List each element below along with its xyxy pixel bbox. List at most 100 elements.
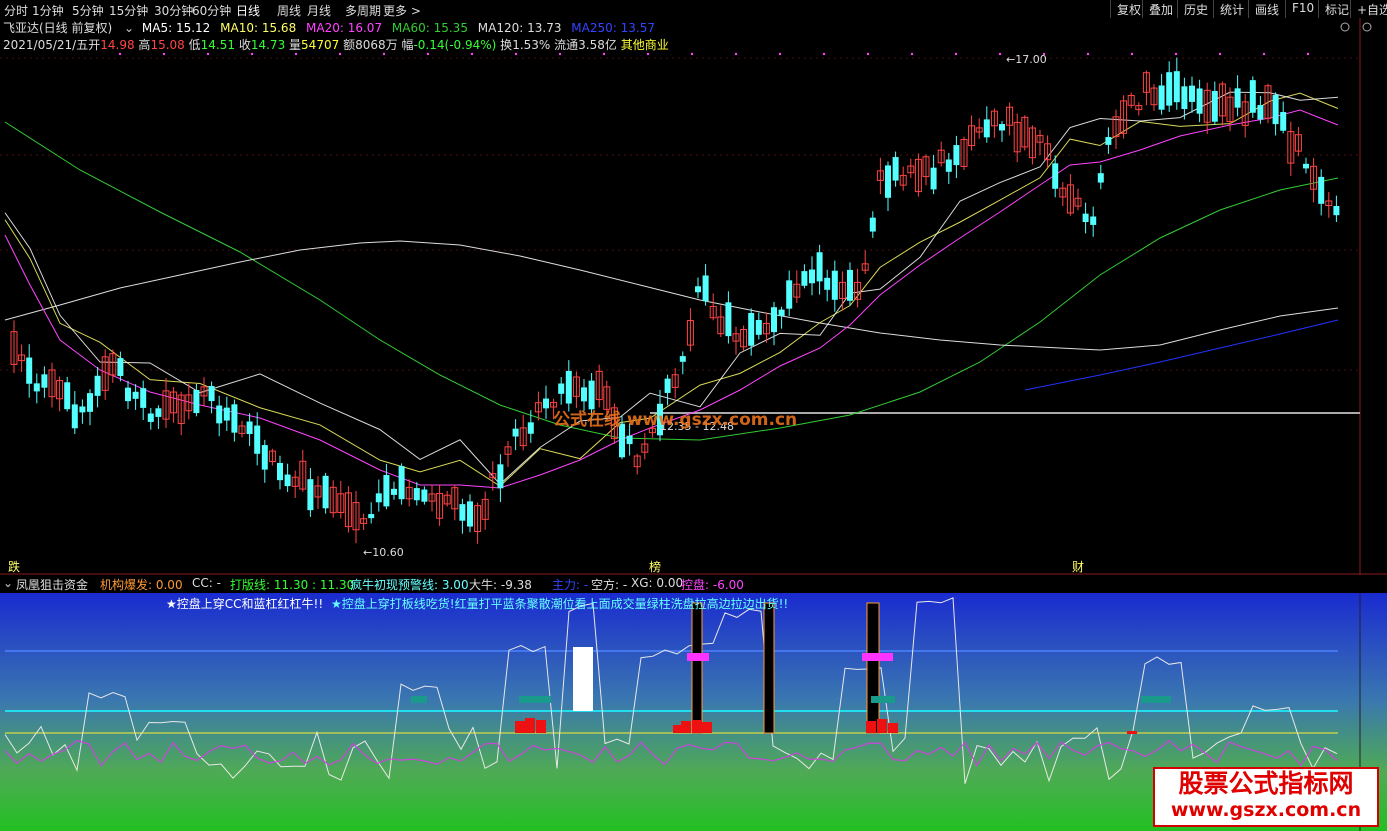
- signal-bar-dark: [691, 602, 703, 734]
- candle-body: [1303, 163, 1309, 169]
- candle-body: [809, 269, 815, 284]
- candle-body: [816, 252, 823, 282]
- top-dot: [294, 52, 298, 56]
- top-dot: [1130, 52, 1134, 56]
- top-dot: [1306, 52, 1310, 56]
- candle-body: [626, 435, 633, 445]
- candle-body: [824, 277, 831, 290]
- indicator-daban: 打版线: 11.30 : 11.30: [230, 578, 355, 592]
- top-dot: [1086, 52, 1090, 56]
- candle-body: [155, 408, 162, 417]
- event-marker-2[interactable]: 榜: [649, 558, 661, 575]
- candle-body: [1090, 216, 1097, 225]
- red-volume-bar: [681, 721, 691, 733]
- top-dot: [162, 52, 166, 56]
- candle-body: [307, 479, 314, 511]
- indicator-zhuli: 主力: -: [552, 578, 589, 592]
- site-logo: 股票公式指标网 www.gszx.com.cn: [1153, 767, 1379, 827]
- indicator-jigou: 机构爆发: 0.00: [100, 578, 183, 592]
- candle-body: [831, 270, 838, 300]
- candle-body: [284, 474, 291, 487]
- candle-body: [391, 488, 397, 495]
- top-dot: [1174, 52, 1178, 56]
- candle-body: [892, 157, 899, 181]
- candle-body: [543, 398, 549, 409]
- indicator-note-1: ★控盘上穿CC和蓝杠红杠牛!!: [166, 597, 324, 611]
- candle-body: [459, 504, 466, 521]
- candle-body: [1181, 86, 1188, 109]
- candle-body: [1196, 88, 1203, 114]
- indicator-kongfang: 空方: -: [591, 578, 628, 592]
- candle-body: [87, 393, 93, 412]
- top-dot: [954, 52, 958, 56]
- candle-body: [945, 159, 952, 172]
- candle-body: [869, 217, 876, 232]
- indicator-daniu: 大牛: -9.38: [469, 578, 532, 592]
- candle-body: [748, 313, 755, 346]
- settings-icon: [1362, 22, 1372, 32]
- candle-body: [1257, 105, 1264, 120]
- top-dot: [998, 52, 1002, 56]
- candle-body: [1166, 72, 1173, 106]
- candle-body: [277, 462, 283, 481]
- indicator-fengniu: 疯牛初现预警线: 3.00: [350, 578, 469, 592]
- candle-body: [1097, 173, 1104, 183]
- candle-body: [140, 388, 147, 408]
- red-volume-bar: [1127, 731, 1137, 734]
- candle-body: [999, 124, 1005, 131]
- watermark: 公式在线 www.gszx.com.cn: [553, 410, 798, 430]
- top-dot: [910, 52, 914, 56]
- candle-body: [1082, 213, 1089, 223]
- candle-body: [953, 145, 960, 166]
- high-mark: 17.00: [1015, 53, 1047, 66]
- top-dot: [646, 52, 650, 56]
- top-dot: [778, 52, 782, 56]
- close-ma-icon: [1340, 22, 1350, 32]
- price-chart[interactable]: [0, 0, 1387, 575]
- top-dot: [426, 52, 430, 56]
- candle-body: [421, 489, 428, 502]
- candle-body: [1280, 112, 1287, 131]
- top-dot: [822, 52, 826, 56]
- ma120-line: [4, 240, 1339, 351]
- teal-mark: [871, 696, 895, 703]
- top-dot: [206, 52, 210, 56]
- signal-bar-dark: [763, 602, 775, 734]
- magenta-mark: [687, 653, 709, 661]
- top-dot: [866, 52, 870, 56]
- candle-body: [885, 165, 891, 198]
- red-volume-bar: [536, 720, 546, 733]
- candle-body: [786, 280, 793, 309]
- candle-body: [79, 406, 86, 413]
- candle-body: [679, 356, 686, 362]
- candle-body: [755, 320, 762, 335]
- indicator-header: ⌄ 凤凰狙击资金 机构爆发: 0.00 CC: - 打版线: 11.30 : 1…: [0, 575, 1387, 592]
- candle-body: [413, 488, 420, 501]
- teal-mark: [411, 696, 427, 703]
- indicator-name[interactable]: 凤凰狙击资金: [16, 576, 88, 593]
- candle-body: [527, 422, 534, 434]
- event-marker-1[interactable]: 跌: [8, 558, 20, 575]
- candle-body: [1249, 80, 1256, 113]
- high-annotation: ←17.00: [1006, 53, 1047, 66]
- red-volume-bar: [515, 721, 525, 733]
- top-dot: [1218, 52, 1222, 56]
- candle-body: [778, 309, 785, 317]
- candle-body: [125, 387, 131, 402]
- indicator-collapse-icon[interactable]: ⌄: [3, 576, 13, 590]
- candle-body: [801, 271, 808, 286]
- candle-body: [193, 389, 200, 414]
- candle-body: [231, 404, 238, 433]
- ma60-line: [4, 121, 1339, 441]
- candle-body: [695, 286, 701, 293]
- low-mark: 10.60: [372, 546, 404, 559]
- top-dot: [118, 52, 122, 56]
- candle-body: [1173, 71, 1180, 103]
- candle-body: [254, 425, 261, 454]
- candle-body: [383, 475, 390, 507]
- candle-body: [41, 374, 48, 388]
- candle-body: [33, 383, 40, 392]
- candle-body: [1318, 176, 1325, 204]
- candle-body: [1052, 163, 1059, 189]
- event-marker-3[interactable]: 财: [1072, 558, 1084, 575]
